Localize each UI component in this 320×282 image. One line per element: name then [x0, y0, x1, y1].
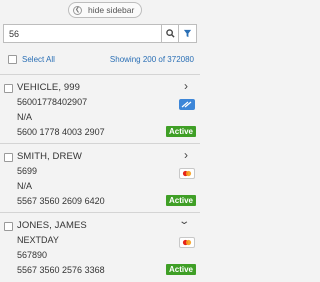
item-checkbox[interactable] [4, 153, 13, 162]
mastercard-icon [179, 237, 195, 248]
filter-button[interactable] [179, 24, 197, 43]
select-all-label[interactable]: Select All [22, 55, 55, 64]
item-line-1: 56001778402907 [17, 97, 88, 107]
item-line-2: N/A [17, 112, 33, 122]
blue-card-icon [179, 99, 195, 110]
item-checkbox[interactable] [4, 84, 13, 93]
chevron-right-icon[interactable]: › [184, 80, 188, 92]
showing-count: Showing 200 of 372080 [109, 54, 194, 64]
item-card-number: 5567 3560 2609 6420 [17, 196, 105, 206]
list-item[interactable]: SMITH, DREW › 5699 N/A 5567 3560 2609 64… [0, 143, 200, 212]
item-name: SMITH, DREW [17, 151, 82, 162]
results-list: VEHICLE, 999 › 56001778402907 N/A 5600 1… [0, 74, 200, 281]
list-item[interactable]: JONES, JAMES ⌄ NEXTDAY 567890 5567 3560 … [0, 212, 200, 281]
item-line-1: NEXTDAY [17, 235, 59, 245]
item-checkbox[interactable] [4, 222, 13, 231]
search-button[interactable] [161, 24, 179, 43]
hide-sidebar-label: hide sidebar [88, 5, 135, 15]
item-card-number: 5600 1778 4003 2907 [17, 127, 105, 137]
search-input[interactable] [3, 24, 161, 43]
chevron-down-icon[interactable]: ⌄ [178, 217, 190, 227]
hide-sidebar-button[interactable]: ❮ hide sidebar [68, 2, 142, 18]
select-all-row: Select All Showing 200 of 372080 [8, 53, 197, 65]
filter-icon [183, 29, 192, 38]
status-badge: Active [165, 195, 196, 206]
search-icon [165, 29, 175, 38]
item-card-number: 5567 3560 2576 3368 [17, 265, 105, 275]
item-line-2: N/A [17, 181, 33, 191]
mastercard-icon [179, 168, 195, 179]
item-line-1: 5699 [17, 166, 38, 176]
item-line-2: 567890 [17, 250, 48, 260]
search-bar [3, 24, 197, 43]
list-item[interactable]: VEHICLE, 999 › 56001778402907 N/A 5600 1… [0, 74, 200, 143]
select-all-checkbox[interactable] [8, 54, 17, 64]
status-badge: Active [165, 264, 196, 275]
item-name: VEHICLE, 999 [17, 82, 80, 93]
chevron-right-icon[interactable]: › [184, 149, 188, 161]
item-name: JONES, JAMES [17, 220, 87, 231]
chevron-left-icon: ❮ [73, 5, 82, 15]
status-badge: Active [165, 126, 196, 137]
